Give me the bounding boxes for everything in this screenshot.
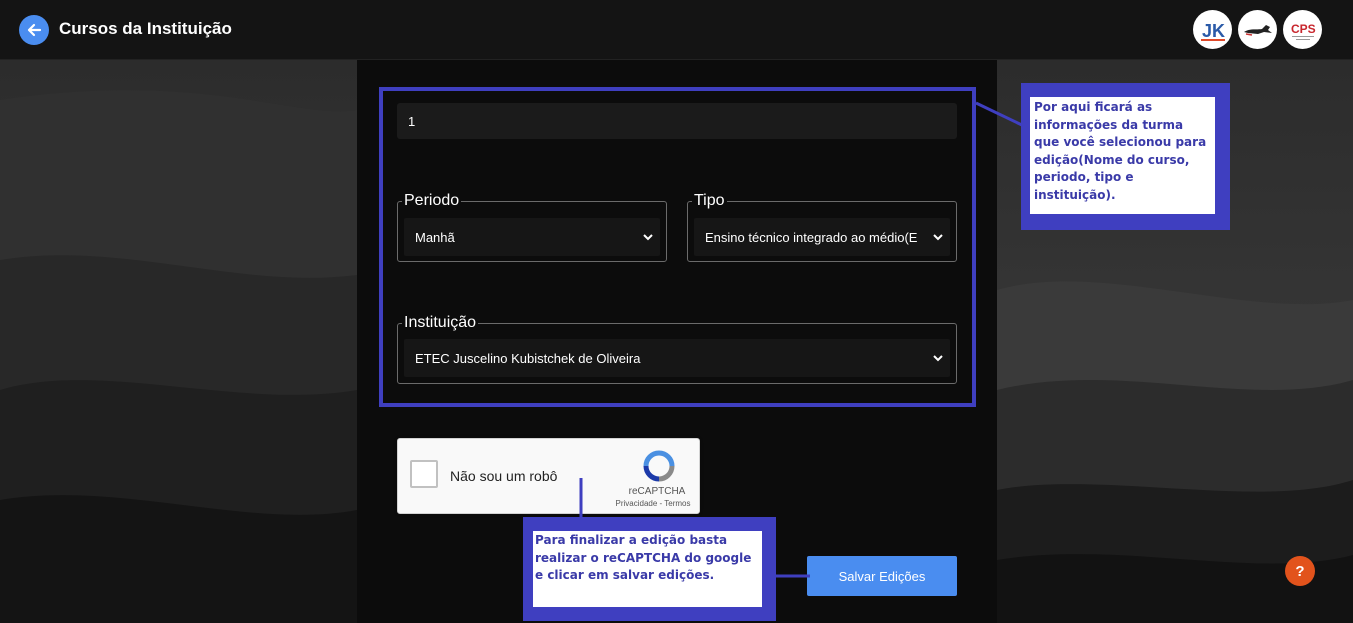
jk-logo[interactable]: JK: [1193, 10, 1232, 49]
terms-link[interactable]: Termos: [664, 499, 690, 508]
horse-logo[interactable]: [1238, 10, 1277, 49]
annotation-frame: [379, 87, 976, 407]
recaptcha-icon: [643, 450, 675, 482]
cps-logo[interactable]: CPS: [1283, 10, 1322, 49]
save-button[interactable]: Salvar Edições: [807, 556, 957, 596]
page-title: Cursos da Instituição: [59, 19, 232, 38]
recaptcha-links: Privacidade - Termos: [608, 499, 698, 508]
arrow-left-icon: [27, 23, 42, 37]
question-icon: ?: [1295, 562, 1305, 580]
recaptcha-label: Não sou um robô: [450, 468, 558, 484]
annotation-fields-text: Por aqui ficará as informações da turma …: [1030, 97, 1215, 214]
back-button[interactable]: [19, 15, 49, 45]
annotation-submit-text: Para finalizar a edição basta realizar o…: [533, 531, 762, 607]
privacy-link[interactable]: Privacidade: [615, 499, 657, 508]
recaptcha-widget: Não sou um robô reCAPTCHA Privacidade - …: [397, 438, 700, 514]
app-header: Cursos da Instituição JK CPS: [0, 0, 1353, 60]
svg-text:CPS: CPS: [1291, 22, 1316, 36]
svg-text:JK: JK: [1202, 21, 1225, 41]
help-button[interactable]: ?: [1285, 556, 1315, 586]
recaptcha-checkbox[interactable]: [410, 460, 438, 488]
recaptcha-brand: reCAPTCHA: [628, 486, 686, 497]
